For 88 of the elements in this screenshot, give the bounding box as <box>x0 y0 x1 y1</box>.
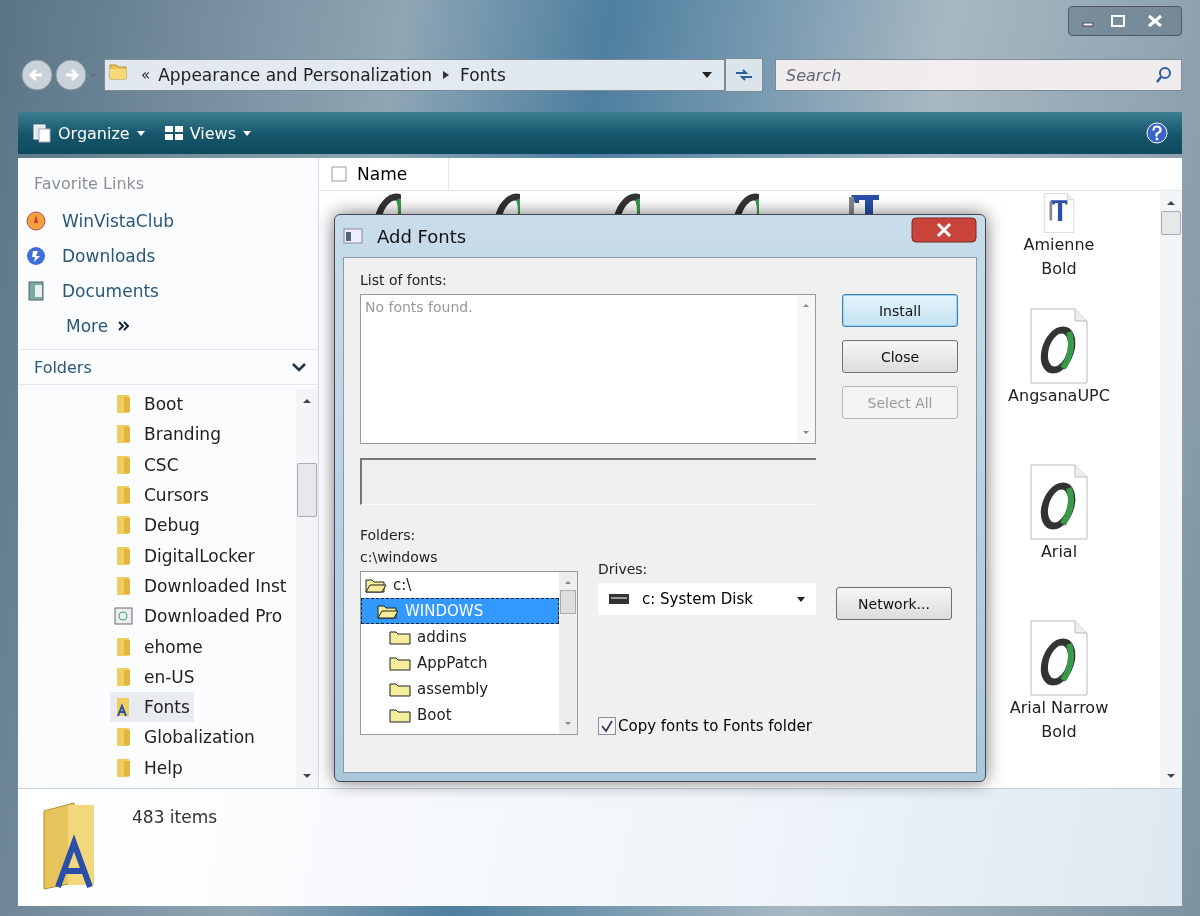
dialog-button[interactable]: Install <box>842 294 958 327</box>
folder-list-item[interactable]: Boot <box>361 702 559 728</box>
scroll-down-icon[interactable] <box>1165 772 1177 780</box>
item-count: 483 items <box>132 806 218 829</box>
scrollbar[interactable] <box>1160 191 1182 788</box>
scroll-up-icon[interactable] <box>301 397 313 405</box>
folder-icon <box>389 681 411 697</box>
folder-tree-item[interactable]: Cursors <box>110 479 213 511</box>
opentype-font-icon[interactable] <box>1029 620 1089 696</box>
documents-icon <box>32 123 52 143</box>
checkbox[interactable] <box>598 717 616 735</box>
back-icon[interactable] <box>20 58 54 92</box>
help-icon[interactable] <box>1146 122 1168 144</box>
scrollbar[interactable] <box>296 389 318 788</box>
folder-tree-item[interactable]: Boot <box>110 389 188 420</box>
file-name[interactable]: AngsanaUPC <box>1004 384 1114 408</box>
folder-tree-item[interactable]: ehome <box>110 631 207 662</box>
column-header[interactable]: Name <box>319 158 449 190</box>
folder-tree-item[interactable]: CSC <box>110 449 183 480</box>
drive-dropdown[interactable]: c: System Disk <box>598 583 816 615</box>
scroll-thumb[interactable] <box>1161 211 1181 235</box>
folder-icon <box>389 655 411 671</box>
overflow-chevron[interactable]: « <box>141 66 151 84</box>
field-label: Folders: <box>360 527 417 543</box>
section-heading: Favorite Links <box>33 173 146 195</box>
drive-icon <box>608 593 630 605</box>
dialog-button[interactable]: Close <box>842 340 958 373</box>
checkmark-icon <box>600 719 614 733</box>
chevron-down-icon <box>292 362 306 372</box>
favorite-link[interactable]: Downloads <box>18 238 318 273</box>
favorite-link[interactable]: WinVistaClub <box>18 203 318 238</box>
folder-tree-item[interactable]: Globalization <box>110 722 259 753</box>
caret-icon <box>135 129 146 137</box>
forward-icon[interactable] <box>54 58 88 92</box>
search-box[interactable]: Search <box>775 59 1182 91</box>
favorite-link[interactable]: Documents <box>18 273 318 308</box>
round-emblem-icon <box>26 210 46 231</box>
list-placeholder: No fonts found. <box>364 298 474 317</box>
folder-tree-item[interactable]: Branding <box>110 419 225 450</box>
open-folder-icon <box>365 577 387 593</box>
folders-header[interactable]: Folders <box>18 349 318 385</box>
file-name[interactable]: Amienne Bold <box>1004 233 1114 281</box>
folder-icon <box>389 707 411 723</box>
address-bar[interactable]: « Appearance and Personalization Fonts <box>104 59 725 91</box>
folder-tree-item[interactable]: en-US <box>110 661 199 692</box>
organize-button[interactable]: Organize <box>32 123 146 143</box>
double-chevron-icon <box>118 320 131 331</box>
search-icon[interactable] <box>1155 66 1173 84</box>
program-folder-icon <box>114 606 134 627</box>
network-button[interactable]: Network... <box>836 587 952 620</box>
caret-icon <box>242 129 252 137</box>
folder-list-item[interactable]: AppPatch <box>361 650 559 676</box>
checkbox-label[interactable]: Copy fonts to Fonts folder <box>618 717 812 735</box>
scroll-thumb[interactable] <box>297 463 317 517</box>
folder-tree-item[interactable]: Fonts <box>110 691 194 723</box>
window-icon <box>343 227 363 245</box>
open-folder-icon <box>377 603 399 619</box>
folder-tree-item[interactable]: DigitalLocker <box>110 540 259 571</box>
current-path: c:\windows <box>360 549 439 565</box>
folder-tree-item[interactable]: Debug <box>110 510 204 541</box>
scroll-down-icon[interactable] <box>301 772 313 780</box>
folder-list-item[interactable]: assembly <box>361 676 559 702</box>
file-name[interactable]: Arial Narrow Bold <box>1004 696 1114 744</box>
grid-icon <box>163 123 184 143</box>
caret-icon <box>796 595 806 603</box>
field-label: List of fonts: <box>360 272 448 288</box>
folder-tree-item[interactable]: Help <box>110 752 187 783</box>
folder-list[interactable]: c:\ WINDOWS addins AppPatch assembly Boot <box>360 571 578 735</box>
opentype-font-icon[interactable] <box>1029 464 1089 540</box>
folder-list-item[interactable]: addins <box>361 624 559 650</box>
file-name[interactable]: Arial <box>1004 540 1114 564</box>
breadcrumb[interactable]: Fonts <box>459 65 506 85</box>
document-icon <box>26 280 46 301</box>
breadcrumb[interactable]: Appearance and Personalization <box>158 65 432 85</box>
folder-tree-item[interactable]: Downloaded Inst <box>110 570 291 602</box>
checkbox-icon[interactable] <box>331 166 347 182</box>
folder-tree-item[interactable]: Downloaded Pro <box>110 601 287 632</box>
folder-list-item[interactable]: c:\ <box>361 572 559 598</box>
scroll-up-icon[interactable] <box>1165 199 1177 207</box>
scroll-thumb[interactable] <box>560 590 576 614</box>
views-button[interactable]: Views <box>163 123 252 143</box>
dialog-title: Add Fonts <box>377 225 467 247</box>
close-icon[interactable] <box>911 217 977 243</box>
more-link[interactable]: More <box>18 308 318 343</box>
search-field[interactable]: Search <box>784 64 1155 86</box>
opentype-font-icon[interactable] <box>1029 308 1089 384</box>
folder-icon <box>389 629 411 645</box>
field-label: Drives: <box>598 561 649 577</box>
